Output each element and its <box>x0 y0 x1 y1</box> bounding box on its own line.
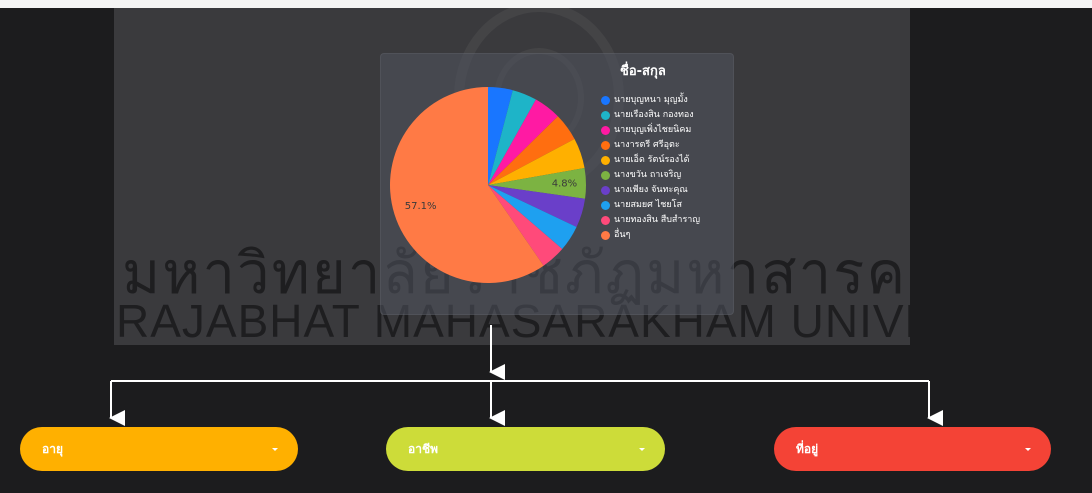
chevron-down-icon <box>272 447 278 451</box>
age-dropdown-label: อายุ <box>42 441 63 456</box>
occupation-dropdown[interactable]: อาชีพ <box>386 427 665 471</box>
occupation-dropdown-label: อาชีพ <box>408 441 438 456</box>
age-dropdown[interactable]: อายุ <box>20 427 298 471</box>
chevron-down-icon <box>639 447 645 451</box>
chevron-down-icon <box>1025 447 1031 451</box>
address-dropdown[interactable]: ที่อยู่ <box>774 427 1051 471</box>
connector-arrows <box>109 325 943 426</box>
address-dropdown-label: ที่อยู่ <box>796 441 819 456</box>
